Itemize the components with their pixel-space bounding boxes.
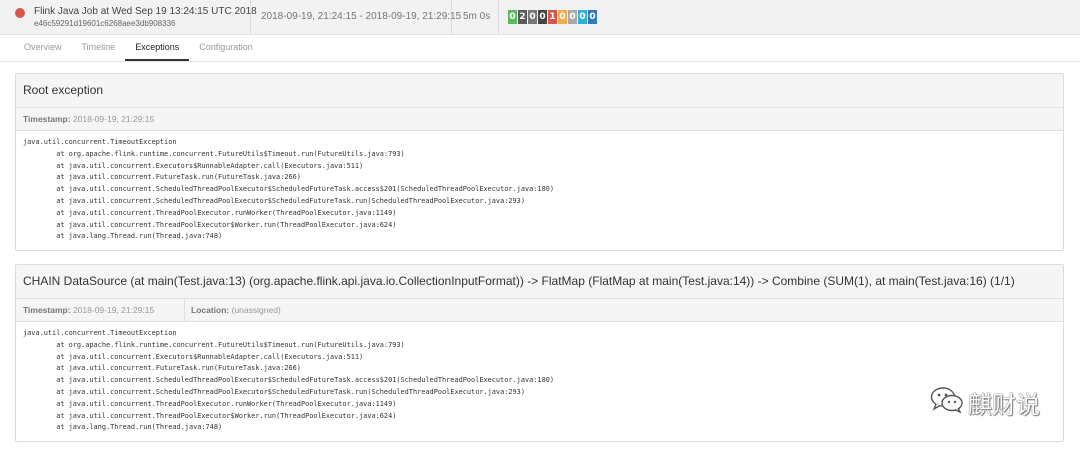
task-exception-panel: CHAIN DataSource (at main(Test.java:13) …: [15, 264, 1064, 442]
trace-line: at java.util.concurrent.ScheduledThreadP…: [23, 196, 525, 205]
panel-title: Root exception: [16, 74, 1063, 108]
job-duration: 5m 0s: [463, 11, 491, 22]
wechat-icon: [930, 387, 963, 414]
trace-line: at java.lang.Thread.run(Thread.java:748): [23, 423, 223, 432]
trace-line: at java.util.concurrent.ScheduledThreadP…: [23, 376, 555, 385]
trace-line: at java.util.concurrent.ThreadPoolExecut…: [23, 220, 397, 229]
task-count-badge: 0: [558, 10, 567, 24]
trace-line: at org.apache.flink.runtime.concurrent.F…: [23, 149, 405, 158]
task-count-badge: 0: [508, 10, 517, 24]
tab-exceptions[interactable]: Exceptions: [125, 34, 190, 61]
job-name: Flink Java Job at Wed Sep 19 13:24:15 UT…: [34, 6, 257, 17]
task-count-badge: 1: [548, 10, 557, 24]
trace-line: at java.util.concurrent.FutureTask.run(F…: [23, 173, 301, 182]
job-id: e46c59291d19601c6268aee3db908336: [34, 19, 176, 28]
timestamp-label: Timestamp:: [23, 305, 71, 315]
job-time-range: 2018-09-19, 21:24:15 - 2018-09-19, 21:29…: [261, 11, 462, 22]
trace-line: at java.lang.Thread.run(Thread.java:748): [23, 232, 223, 241]
trace-line: at org.apache.flink.runtime.concurrent.F…: [23, 340, 405, 349]
task-count-badge: 0: [568, 10, 577, 24]
location-label: Location:: [191, 305, 230, 315]
task-count-badge: 0: [528, 10, 537, 24]
trace-line: at java.util.concurrent.ScheduledThreadP…: [23, 387, 525, 396]
location-field: Location: (unassigned): [184, 299, 281, 321]
exception-meta: Timestamp: 2018-09-19, 21:29:15: [16, 108, 1063, 131]
failed-status-icon: [15, 8, 25, 18]
trace-line: at java.util.concurrent.Executors$Runnab…: [23, 161, 364, 170]
task-count-badge: 0: [578, 10, 587, 24]
trace-line: java.util.concurrent.TimeoutException: [23, 329, 177, 337]
trace-line: at java.util.concurrent.ThreadPoolExecut…: [23, 399, 397, 408]
trace-line: at java.util.concurrent.ScheduledThreadP…: [23, 185, 555, 194]
job-info[interactable]: Flink Java Job at Wed Sep 19 13:24:15 UT…: [0, 0, 257, 34]
trace-line: at java.util.concurrent.FutureTask.run(F…: [23, 364, 301, 373]
job-tabs: Overview Timeline Exceptions Configuration: [14, 34, 263, 61]
timestamp-field: Timestamp: 2018-09-19, 21:29:15: [16, 299, 154, 321]
stack-trace: java.util.concurrent.TimeoutException at…: [16, 131, 1063, 243]
timestamp-label: Timestamp:: [23, 114, 71, 124]
trace-line: java.util.concurrent.TimeoutException: [23, 138, 177, 146]
tab-overview[interactable]: Overview: [14, 34, 72, 60]
task-count-badge: 2: [518, 10, 527, 24]
job-duration-cell: 5m 0s: [452, 0, 499, 34]
tab-timeline[interactable]: Timeline: [72, 34, 126, 60]
tabs-divider: [0, 61, 1080, 62]
task-count-badge: 0: [588, 10, 597, 24]
stack-trace: java.util.concurrent.TimeoutException at…: [16, 322, 1063, 434]
location-value: (unassigned): [231, 305, 281, 315]
job-time-range-cell: 2018-09-19, 21:24:15 - 2018-09-19, 21:29…: [251, 0, 461, 34]
task-count-badge: 0: [538, 10, 547, 24]
timestamp-value: 2018-09-19, 21:29:15: [72, 114, 155, 124]
watermark-text: 麒财说: [968, 391, 1040, 419]
exception-meta: Timestamp: 2018-09-19, 21:29:15 Location…: [16, 299, 1063, 322]
timestamp-field: Timestamp: 2018-09-19, 21:29:15: [16, 108, 154, 130]
trace-line: at java.util.concurrent.Executors$Runnab…: [23, 352, 364, 361]
trace-line: at java.util.concurrent.ThreadPoolExecut…: [23, 208, 397, 217]
panel-title: CHAIN DataSource (at main(Test.java:13) …: [16, 265, 1063, 299]
root-exception-panel: Root exception Timestamp: 2018-09-19, 21…: [15, 73, 1064, 251]
trace-line: at java.util.concurrent.ThreadPoolExecut…: [23, 411, 397, 420]
tab-configuration[interactable]: Configuration: [189, 34, 263, 60]
task-status-counts: 020010000: [508, 10, 598, 24]
job-header: Flink Java Job at Wed Sep 19 13:24:15 UT…: [0, 0, 1080, 35]
timestamp-value: 2018-09-19, 21:29:15: [72, 305, 155, 315]
